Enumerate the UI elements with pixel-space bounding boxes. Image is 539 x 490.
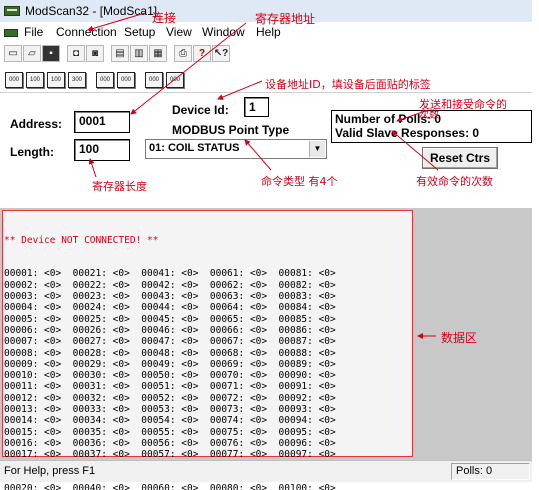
point-type-value: 01: COIL STATUS (149, 142, 240, 154)
chevron-down-icon[interactable]: ▼ (309, 141, 325, 157)
data-row: 00004: <0> 00024: <0> 00044: <0> 00064: … (4, 302, 336, 314)
display-mode-button-2[interactable]: 100 (26, 72, 44, 88)
menu-help[interactable]: Help (256, 25, 281, 39)
annotation-data-area: 数据区 (441, 331, 478, 345)
data-row: 00001: <0> 00021: <0> 00041: <0> 00061: … (4, 268, 336, 280)
menu-window[interactable]: Window (202, 25, 245, 39)
data-row: 00012: <0> 00032: <0> 00052: <0> 00072: … (4, 392, 336, 404)
data-row: 00010: <0> 00030: <0> 00050: <0> 00070: … (4, 370, 336, 382)
status-polls: Polls: 0 (451, 463, 530, 480)
main-toolbar: ▭ ▱ ▪ ◘ ◙ ▤ ▥ ▦ ⎙ ? ↖? (0, 42, 532, 66)
data-display[interactable]: ** Device NOT CONNECTED! ** 00001: <0> 0… (2, 210, 413, 490)
data-row: 00017: <0> 00037: <0> 00057: <0> 00077: … (4, 449, 336, 461)
display-mode-button-6[interactable]: 000 (117, 72, 135, 88)
data-row: 00002: <0> 00022: <0> 00042: <0> 00062: … (4, 279, 336, 291)
device-id-input[interactable]: 1 (244, 97, 269, 117)
connection-error-text: ** Device NOT CONNECTED! ** (4, 234, 159, 246)
data-row: 00009: <0> 00029: <0> 00049: <0> 00069: … (4, 358, 336, 370)
about-icon[interactable]: ? (193, 45, 211, 62)
menu-setup[interactable]: Setup (124, 25, 155, 39)
data-row: 00005: <0> 00025: <0> 00045: <0> 00065: … (4, 313, 336, 325)
display-icon-3[interactable]: ▦ (149, 45, 167, 62)
annotation-valid-count: 有效命令的次数 (416, 175, 493, 188)
data-row: 00013: <0> 00033: <0> 00053: <0> 00073: … (4, 404, 336, 416)
annotation-command-type: 命令类型 有4个 (261, 175, 338, 188)
data-row: 00008: <0> 00028: <0> 00048: <0> 00068: … (4, 347, 336, 359)
data-row: 00014: <0> 00034: <0> 00054: <0> 00074: … (4, 415, 336, 427)
data-row: 00003: <0> 00023: <0> 00043: <0> 00063: … (4, 291, 336, 303)
data-row: 00011: <0> 00031: <0> 00051: <0> 00071: … (4, 381, 336, 393)
display-mode-button-5[interactable]: 000 (96, 72, 114, 88)
new-icon[interactable]: ▭ (4, 45, 22, 62)
display-mode-button-3[interactable]: 100 (47, 72, 65, 88)
connect-icon[interactable]: ◘ (67, 45, 85, 62)
print-icon[interactable]: ⎙ (174, 45, 192, 62)
document-icon[interactable] (4, 29, 18, 37)
data-row: 00015: <0> 00035: <0> 00055: <0> 00075: … (4, 426, 336, 438)
address-label: Address: (10, 117, 63, 131)
status-bar: For Help, press F1 Polls: 0 (0, 460, 532, 482)
data-row: 00006: <0> 00026: <0> 00046: <0> 00066: … (4, 324, 336, 336)
status-help-text: For Help, press F1 (4, 465, 96, 477)
menu-view[interactable]: View (166, 25, 192, 39)
annotation-register-length: 寄存器长度 (92, 180, 147, 193)
annotation-device-address: 设备地址ID，填设备后面贴的标签 (265, 78, 431, 91)
reset-counters-button[interactable]: Reset Ctrs (422, 147, 498, 169)
device-id-label: Device Id: (172, 103, 229, 117)
display-icon-2[interactable]: ▥ (130, 45, 148, 62)
annotation-connect: 连接 (152, 11, 177, 25)
disconnect-icon[interactable]: ◙ (86, 45, 104, 62)
menu-connection[interactable]: Connection (56, 25, 117, 39)
open-icon[interactable]: ▱ (23, 45, 41, 62)
display-mode-button-7[interactable]: 000 (145, 72, 163, 88)
data-row: 00007: <0> 00027: <0> 00047: <0> 00067: … (4, 336, 336, 348)
context-help-icon[interactable]: ↖? (212, 45, 230, 62)
data-area: ** Device NOT CONNECTED! ** 00001: <0> 0… (0, 208, 532, 490)
menu-file[interactable]: File (24, 25, 43, 39)
data-row: 00016: <0> 00036: <0> 00056: <0> 00076: … (4, 437, 336, 449)
modscan-app-icon (4, 6, 20, 16)
display-mode-button-4[interactable]: 300 (68, 72, 86, 88)
point-type-label: MODBUS Point Type (172, 123, 290, 137)
window-title: ModScan32 - [ModSca1] (25, 4, 158, 18)
valid-responses-count: Valid Slave Responses: 0 (335, 126, 480, 140)
annotation-send-receive-2: 次数 (419, 110, 439, 121)
point-type-select[interactable]: 01: COIL STATUS ▼ (145, 139, 327, 159)
length-label: Length: (10, 145, 54, 159)
data-lines: ** Device NOT CONNECTED! ** 00001: <0> 0… (4, 212, 336, 490)
display-mode-button-1[interactable]: 000 (5, 72, 23, 88)
address-input[interactable]: 0001 (74, 111, 130, 133)
display-icon-1[interactable]: ▤ (111, 45, 129, 62)
display-mode-button-8[interactable]: 000 (166, 72, 184, 88)
save-icon[interactable]: ▪ (42, 45, 60, 62)
data-row: 00020: <0> 00040: <0> 00060: <0> 00080: … (4, 483, 336, 490)
length-input[interactable]: 100 (74, 139, 130, 161)
annotation-register-address: 寄存器地址 (255, 12, 316, 26)
